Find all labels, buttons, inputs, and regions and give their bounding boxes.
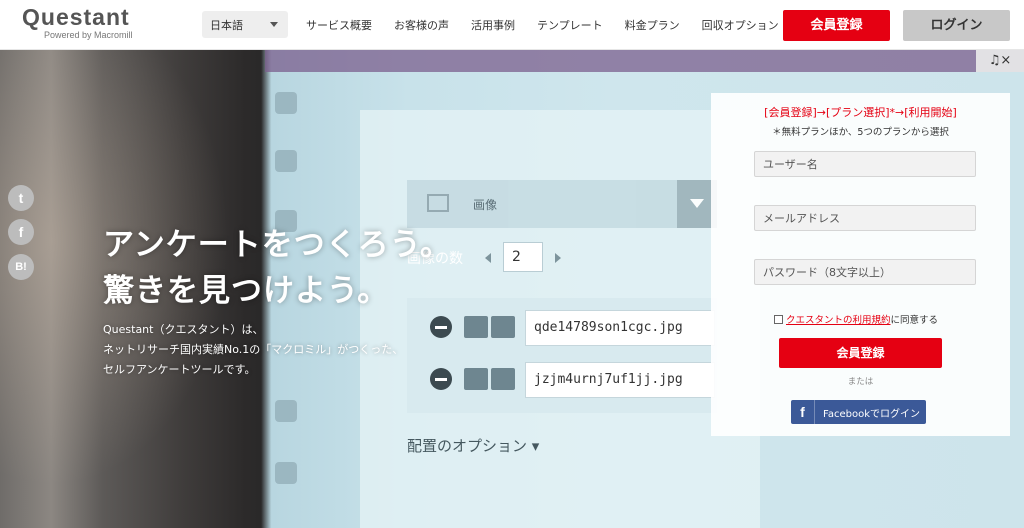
print-icon — [275, 400, 297, 422]
main-nav: サービス概要 お客様の声 活用事例 テンプレート 料金プラン 回収オプション — [306, 17, 801, 33]
mockup-file-2: jzjm4urnj7uf1jj.jpg — [525, 362, 715, 398]
hatena-bookmark-button[interactable]: B! — [8, 254, 34, 280]
nav-pricing[interactable]: 料金プラン — [625, 17, 680, 33]
nav-use-cases[interactable]: 活用事例 — [471, 17, 515, 33]
language-select[interactable]: 日本語 — [202, 11, 288, 38]
twitter-share-button[interactable]: t — [8, 185, 34, 211]
terms-checkbox[interactable] — [774, 314, 783, 324]
nav-collection-options[interactable]: 回収オプション — [702, 17, 779, 33]
login-button-header[interactable]: ログイン — [903, 10, 1010, 41]
move-down-icon — [464, 368, 488, 390]
remove-icon — [430, 368, 452, 390]
signup-steps: [会員登録]→[プラン選択]*→[利用開始] — [764, 106, 957, 119]
subcopy-line-2: ネットリサーチ国内実績No.1の「マクロミル」がつくった、 — [103, 343, 404, 356]
nav-customer-voices[interactable]: お客様の声 — [394, 17, 449, 33]
mockup-screen-topbar — [265, 50, 1024, 72]
terms-link[interactable]: クエスタントの利用規約 — [786, 312, 891, 326]
logo-tagline: Powered by Macromill — [44, 30, 133, 40]
move-down-icon — [464, 316, 488, 338]
facebook-share-button[interactable]: f — [8, 219, 34, 245]
logo-wordmark: Questant — [22, 4, 130, 30]
trash-icon — [275, 462, 297, 484]
language-select-value: 日本語 — [210, 19, 243, 32]
remove-icon — [430, 316, 452, 338]
site-header: Questant Powered by Macromill 日本語 サービス概要… — [0, 0, 1024, 50]
terms-suffix: に同意する — [890, 315, 939, 326]
decrement-icon — [485, 253, 491, 263]
nav-templates[interactable]: テンプレート — [537, 17, 603, 33]
hero-headline: アンケートをつくろう。 驚きを見つけよう。 — [103, 222, 452, 314]
increment-icon — [555, 253, 561, 263]
email-field[interactable] — [754, 205, 976, 231]
mockup-image-label: 画像 — [473, 198, 498, 212]
twitter-icon: t — [18, 190, 24, 206]
signup-plan-note: ＊無料プランほか、5つのプランから選択 — [772, 127, 949, 138]
register-button-header[interactable]: 会員登録 — [783, 10, 890, 41]
questant-logo[interactable]: Questant Powered by Macromill — [22, 4, 133, 40]
gear-icon — [275, 92, 297, 114]
subcopy-line-1: Questant（クエスタント）は、 — [103, 323, 264, 336]
mockup-file-1: qde14789son1cgc.jpg — [525, 310, 715, 346]
mockup-placement-option: 配置のオプション ▾ — [407, 437, 540, 455]
headline-line-1: アンケートをつくろう。 — [103, 227, 452, 263]
hatena-icon: B! — [15, 261, 27, 273]
image-icon — [427, 194, 449, 212]
headline-line-2: 驚きを見つけよう。 — [103, 273, 390, 309]
username-field[interactable] — [754, 151, 976, 177]
facebook-login-label: Facebookでログイン — [823, 408, 920, 420]
facebook-login-button[interactable]: f Facebookでログイン — [791, 400, 926, 424]
mockup-image-row: 画像 — [407, 180, 717, 228]
move-up-icon — [491, 316, 515, 338]
music-toggle-button[interactable]: ♫× — [976, 50, 1024, 72]
copy-icon — [275, 150, 297, 172]
hero-subcopy: Questant（クエスタント）は、 ネットリサーチ国内実績No.1の「マクロミ… — [103, 320, 403, 380]
music-icon: ♫× — [988, 53, 1012, 68]
password-field[interactable] — [754, 259, 976, 285]
signup-panel: [会員登録]→[プラン選択]*→[利用開始] ＊無料プランほか、5つのプランから… — [711, 93, 1010, 436]
subcopy-line-3: セルフアンケートツールです。 — [103, 363, 256, 376]
nav-service-overview[interactable]: サービス概要 — [306, 17, 372, 33]
or-divider: または — [847, 377, 874, 387]
facebook-icon: f — [18, 224, 24, 240]
facebook-icon: f — [791, 400, 815, 424]
register-button[interactable]: 会員登録 — [779, 338, 942, 368]
terms-agreement: クエスタントの利用規約 に同意する — [774, 312, 938, 326]
mockup-count-value: 2 — [503, 242, 543, 272]
caret-down-icon — [270, 22, 278, 27]
move-up-icon — [491, 368, 515, 390]
